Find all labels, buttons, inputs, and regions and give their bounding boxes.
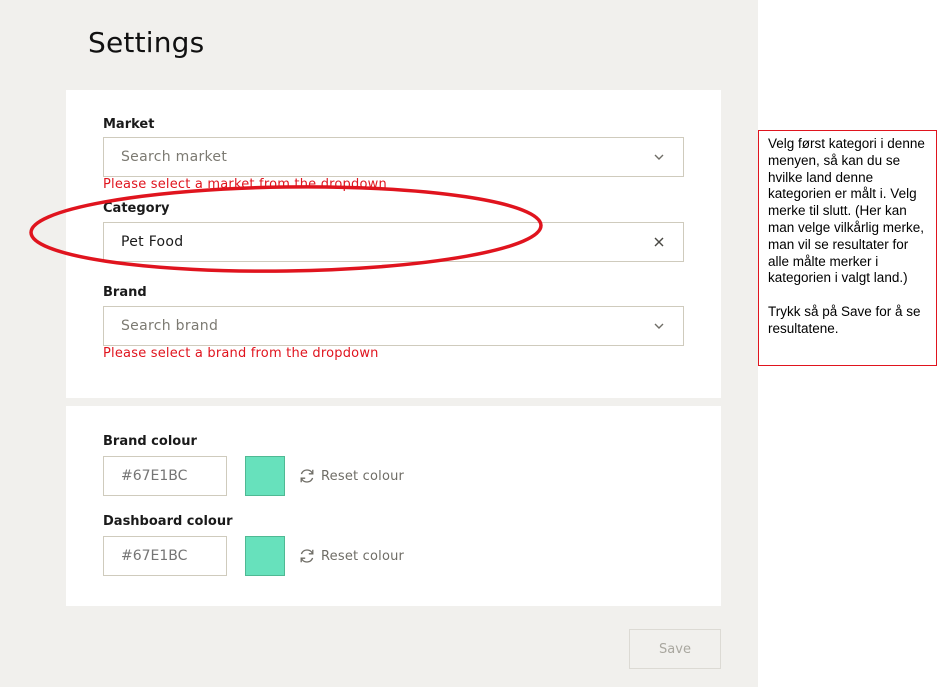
brand-error: Please select a brand from the dropdown [103,346,379,361]
dashboard-colour-reset-label: Reset colour [321,548,405,564]
annotation-note: Velg først kategori i denne menyen, så k… [758,130,937,366]
refresh-icon [300,469,314,483]
market-placeholder: Search market [121,149,228,165]
market-error: Please select a market from the dropdown [103,177,387,192]
dashboard-colour-input[interactable] [103,536,227,576]
brand-colour-reset-button[interactable]: Reset colour [297,464,404,488]
save-button[interactable]: Save [629,629,721,669]
category-label: Category [103,201,170,216]
dashboard-colour-swatch[interactable] [245,536,285,576]
selection-card: Market Search market Please select a mar… [66,90,721,398]
brand-colour-label: Brand colour [103,434,197,449]
category-select[interactable]: Pet Food [103,222,684,262]
page-title: Settings [88,26,205,59]
annotation-note-paragraph-2: Trykk så på Save for å se resultatene. [768,303,921,336]
chevron-down-icon[interactable] [649,316,669,336]
annotation-note-paragraph-1: Velg først kategori i denne menyen, så k… [768,136,925,286]
brand-colour-input[interactable] [103,456,227,496]
colours-card: Brand colour Reset colour Dashboard colo… [66,406,721,606]
settings-app: Settings Market Search market Please sel… [0,0,758,687]
brand-colour-swatch[interactable] [245,456,285,496]
market-select[interactable]: Search market [103,137,684,177]
dashboard-colour-label: Dashboard colour [103,514,233,529]
dashboard-colour-reset-button[interactable]: Reset colour [297,544,404,568]
brand-select[interactable]: Search brand [103,306,684,346]
clear-icon[interactable] [649,232,669,252]
chevron-down-icon[interactable] [649,147,669,167]
annotation-note-spacer [768,287,928,304]
brand-label: Brand [103,285,147,300]
category-value: Pet Food [121,234,184,250]
brand-placeholder: Search brand [121,318,219,334]
refresh-icon [300,549,314,563]
brand-colour-reset-label: Reset colour [321,468,405,484]
market-label: Market [103,117,155,132]
